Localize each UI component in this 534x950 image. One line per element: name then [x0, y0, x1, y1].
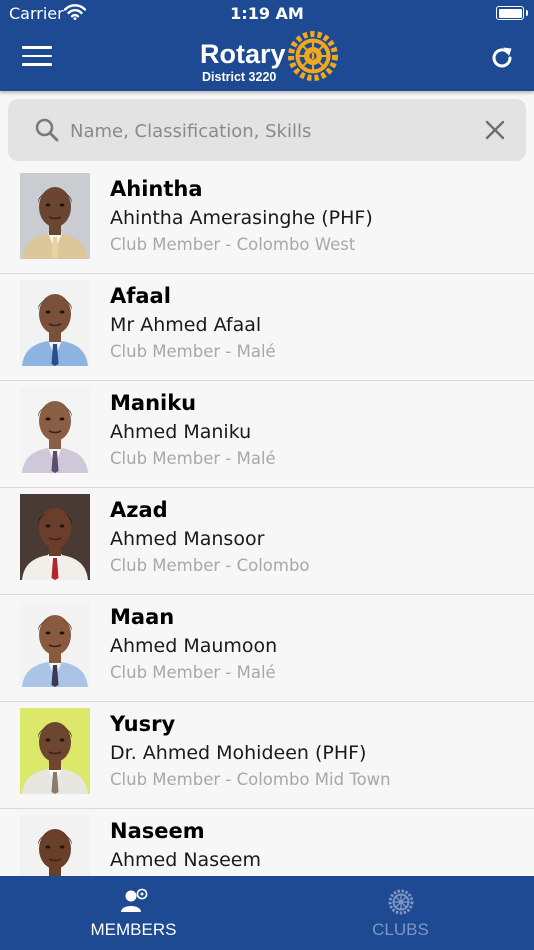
- close-icon[interactable]: [484, 119, 506, 141]
- tab-clubs[interactable]: CLUBS: [267, 876, 534, 950]
- rotary-logo: Rotary District 3220: [198, 28, 343, 86]
- member-nickname: Naseem: [110, 819, 205, 843]
- member-nickname: Yusry: [110, 712, 176, 736]
- member-full-name: Ahintha Amerasinghe (PHF): [110, 207, 373, 229]
- member-club: Club Member - Colombo West: [110, 235, 356, 254]
- tab-bar: MEMBERS CLUBS: [0, 876, 534, 950]
- member-nickname: Azad: [110, 498, 168, 522]
- refresh-icon[interactable]: [489, 45, 515, 71]
- member-nickname: Ahintha: [110, 177, 203, 201]
- member-row[interactable]: Yusry Dr. Ahmed Mohideen (PHF) Club Memb…: [0, 702, 534, 809]
- members-icon: [121, 888, 148, 912]
- member-full-name: Ahmed Naseem: [110, 849, 261, 871]
- member-photo: [20, 280, 90, 366]
- member-nickname: Maniku: [110, 391, 197, 415]
- member-club: Club Member - Malé: [110, 342, 276, 361]
- member-photo: [20, 387, 90, 473]
- hamburger-menu-icon[interactable]: [22, 46, 52, 70]
- member-row[interactable]: Azad Ahmed Mansoor Club Member - Colombo: [0, 488, 534, 595]
- tab-members[interactable]: MEMBERS: [0, 876, 267, 950]
- tab-members-label: MEMBERS: [90, 920, 177, 939]
- member-nickname: Afaal: [110, 284, 171, 308]
- member-full-name: Mr Ahmed Afaal: [110, 314, 262, 336]
- search-bar: [8, 99, 526, 161]
- member-full-name: Dr. Ahmed Mohideen (PHF): [110, 742, 367, 764]
- member-row[interactable]: Ahintha Ahintha Amerasinghe (PHF) Club M…: [0, 167, 534, 274]
- members-list: Ahintha Ahintha Amerasinghe (PHF) Club M…: [0, 167, 534, 876]
- battery-icon: [496, 6, 528, 20]
- member-full-name: Ahmed Mansoor: [110, 528, 265, 550]
- rotary-wheel-icon: [288, 31, 338, 81]
- navigation-bar: Carrier 1:19 AM Rotary District 3220: [0, 0, 534, 91]
- member-club: Club Member - Colombo: [110, 556, 310, 575]
- logo-subtitle: District 3220: [202, 70, 277, 84]
- member-full-name: Ahmed Maniku: [110, 421, 252, 443]
- member-club: Club Member - Colombo Mid Town: [110, 770, 391, 789]
- member-club: Club Member - Malé: [110, 449, 276, 468]
- member-club: Club Member - Malé: [110, 663, 276, 682]
- search-input[interactable]: [68, 113, 472, 149]
- member-photo: [20, 494, 90, 580]
- member-photo: [20, 708, 90, 794]
- member-photo: [20, 815, 90, 876]
- clock: 1:19 AM: [230, 4, 304, 23]
- member-photo: [20, 173, 90, 259]
- search-icon: [35, 118, 59, 142]
- member-row[interactable]: Maan Ahmed Maumoon Club Member - Malé: [0, 595, 534, 702]
- member-nickname: Maan: [110, 605, 175, 629]
- tab-clubs-label: CLUBS: [372, 920, 429, 939]
- member-row[interactable]: Afaal Mr Ahmed Afaal Club Member - Malé: [0, 274, 534, 381]
- member-full-name: Ahmed Maumoon: [110, 635, 278, 657]
- status-bar: Carrier 1:19 AM: [0, 0, 534, 28]
- rotary-wheel-icon: [388, 889, 414, 915]
- member-photo: [20, 601, 90, 687]
- logo-word: Rotary: [200, 39, 286, 69]
- member-row[interactable]: Maniku Ahmed Maniku Club Member - Malé: [0, 381, 534, 488]
- member-row[interactable]: Naseem Ahmed Naseem: [0, 809, 534, 876]
